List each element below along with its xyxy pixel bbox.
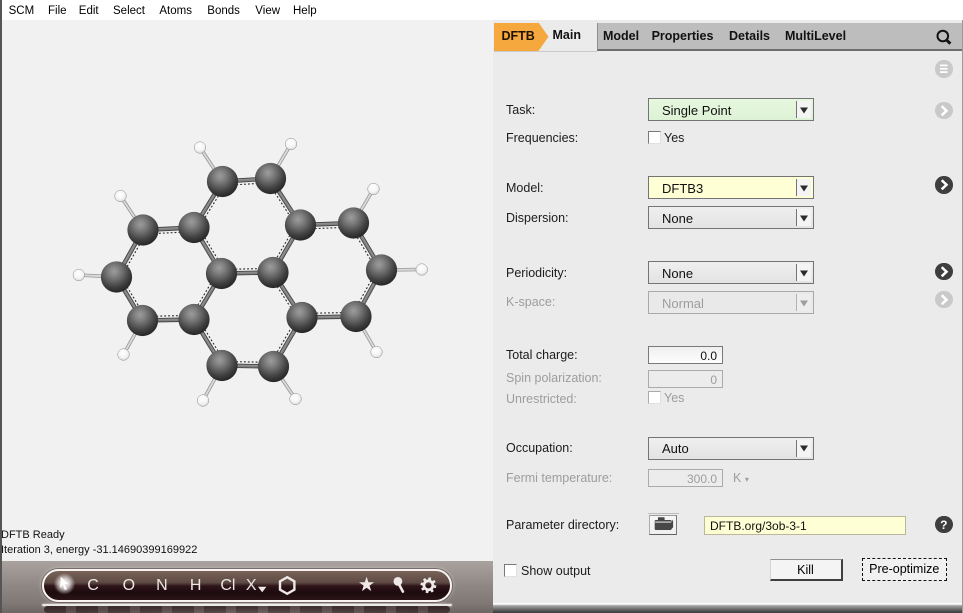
- svg-text:?: ?: [940, 518, 947, 532]
